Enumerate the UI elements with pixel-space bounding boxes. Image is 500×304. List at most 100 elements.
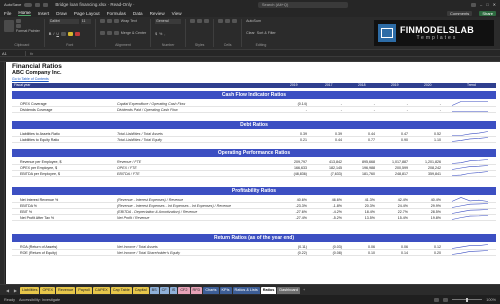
align-middle-icon[interactable]: [106, 19, 112, 23]
format-as-table-icon[interactable]: [197, 19, 203, 23]
menu-home[interactable]: Home: [18, 10, 31, 16]
page-layout-view-icon[interactable]: [443, 297, 449, 302]
menu-insert[interactable]: Insert: [38, 11, 50, 16]
fx-icon[interactable]: fx: [26, 51, 37, 56]
value-cell[interactable]: 200,599: [378, 166, 408, 170]
account-icon[interactable]: [470, 2, 476, 7]
ratio-row[interactable]: Net Interest Revenue % (Revenue - Interes…: [12, 197, 496, 203]
value-cell[interactable]: -: [312, 102, 342, 106]
ratio-row[interactable]: ROE (Return of Equity) Net Income / Total…: [12, 250, 496, 256]
sheet-tab[interactable]: Ratios: [260, 286, 277, 294]
delete-cells-icon[interactable]: [225, 19, 231, 23]
fill-color-icon[interactable]: [68, 31, 73, 36]
menu-data[interactable]: Data: [133, 11, 143, 16]
value-cell[interactable]: 208,242: [411, 166, 441, 170]
window-minimize-icon[interactable]: –: [480, 2, 482, 7]
save-icon[interactable]: [35, 2, 41, 7]
menu-view[interactable]: View: [172, 11, 182, 16]
font-color-icon[interactable]: [75, 31, 80, 36]
ratio-row[interactable]: Dividends Coverage Dividends Paid / Opera…: [12, 107, 496, 113]
value-cell[interactable]: -: [345, 102, 375, 106]
value-cell[interactable]: 22.7%: [378, 210, 408, 214]
sheet-tab[interactable]: CAPEX: [92, 286, 110, 294]
bold-icon[interactable]: B: [49, 32, 52, 36]
value-cell[interactable]: 42.4%: [378, 198, 408, 202]
ratio-row[interactable]: Liabilities to Equity Ratio Total Liabili…: [12, 137, 496, 143]
value-cell[interactable]: 0.90: [378, 138, 408, 142]
value-cell[interactable]: 181,760: [345, 172, 375, 176]
value-cell[interactable]: 19.8%: [411, 216, 441, 220]
value-cell[interactable]: 0.39: [277, 132, 307, 136]
align-right-icon[interactable]: [113, 31, 119, 35]
autosum-button[interactable]: AutoSum: [246, 19, 261, 23]
font-size-select[interactable]: 11: [80, 19, 91, 24]
value-cell[interactable]: (0.22): [277, 251, 307, 255]
value-cell[interactable]: (0.11): [277, 245, 307, 249]
align-left-icon[interactable]: [99, 31, 105, 35]
sheet-tab[interactable]: Cap Table: [110, 286, 132, 294]
value-cell[interactable]: 28.5%: [411, 210, 441, 214]
sheet-tab[interactable]: KPIs: [219, 286, 232, 294]
value-cell[interactable]: 0.39: [312, 132, 342, 136]
value-cell[interactable]: -: [345, 108, 375, 112]
conditional-formatting-icon[interactable]: [190, 19, 196, 23]
format-painter-button[interactable]: Format Painter: [16, 29, 40, 33]
value-cell[interactable]: -: [411, 108, 441, 112]
align-center-icon[interactable]: [106, 31, 112, 35]
comments-button[interactable]: Comments: [446, 10, 473, 16]
value-cell[interactable]: 0.14: [378, 251, 408, 255]
value-cell[interactable]: 209,797: [277, 160, 307, 164]
value-cell[interactable]: 196,988: [345, 166, 375, 170]
underline-icon[interactable]: U: [56, 32, 59, 36]
window-maximize-icon[interactable]: □: [486, 2, 488, 7]
value-cell[interactable]: 18.4%: [345, 210, 375, 214]
cell-styles-icon[interactable]: [204, 19, 210, 23]
value-cell[interactable]: (0.03): [312, 245, 342, 249]
value-cell[interactable]: 1,201,826: [411, 160, 441, 164]
cell-grid[interactable]: Financial Ratios ABC Company Inc. Go to …: [6, 62, 500, 284]
sheet-tab[interactable]: Capital: [132, 286, 149, 294]
menu-file[interactable]: File: [4, 11, 11, 16]
copy-icon[interactable]: [16, 24, 21, 28]
sheet-tab[interactable]: Payroll: [76, 286, 92, 294]
value-cell[interactable]: (48,836): [277, 172, 307, 176]
sheet-tab[interactable]: Charts: [203, 286, 219, 294]
value-cell[interactable]: 1,017,887: [378, 160, 408, 164]
toc-link[interactable]: Go to Table of Contents: [12, 77, 49, 81]
menu-formulas[interactable]: Formulas: [107, 11, 126, 16]
insert-cells-icon[interactable]: [218, 19, 224, 23]
ratio-row[interactable]: OPEX Coverage Capital Expenditure / Opera…: [12, 101, 496, 107]
ratio-row[interactable]: ROA (Return of Assets) Net Income / Total…: [12, 244, 496, 250]
value-cell[interactable]: 895,668: [345, 160, 375, 164]
sheet-tab[interactable]: BS: [149, 286, 159, 294]
value-cell[interactable]: -23.3%: [277, 204, 307, 208]
align-top-icon[interactable]: [99, 19, 105, 23]
value-cell[interactable]: 413,842: [312, 160, 342, 164]
row-headers[interactable]: [0, 62, 5, 284]
share-button[interactable]: Share: [479, 10, 496, 16]
menu-draw[interactable]: Draw: [56, 11, 67, 16]
font-name-select[interactable]: Calibri: [48, 19, 79, 24]
value-cell[interactable]: 24.4%: [378, 204, 408, 208]
sheet-tab[interactable]: Dashboard: [277, 286, 300, 294]
value-cell[interactable]: 29.9%: [411, 204, 441, 208]
value-cell[interactable]: 0.77: [345, 138, 375, 142]
percent-icon[interactable]: %: [159, 32, 162, 36]
value-cell[interactable]: -: [378, 102, 408, 106]
value-cell[interactable]: 41.3%: [345, 198, 375, 202]
ratio-row[interactable]: EBITDA per Employee, $ EBITDA / FTE (48,83…: [12, 171, 496, 177]
sheet-tab[interactable]: IS: [169, 286, 178, 294]
paste-icon[interactable]: [4, 20, 14, 32]
sort-filter-button[interactable]: Sort & Filter: [257, 31, 276, 35]
value-cell[interactable]: 0.47: [378, 132, 408, 136]
value-cell[interactable]: 0.06: [345, 245, 375, 249]
autosave-toggle[interactable]: [24, 2, 33, 7]
cut-icon[interactable]: [16, 19, 21, 23]
value-cell[interactable]: -: [277, 108, 307, 112]
value-cell[interactable]: 248,817: [378, 172, 408, 176]
sheet-tab[interactable]: Revenue: [56, 286, 76, 294]
value-cell[interactable]: 0.21: [277, 138, 307, 142]
value-cell[interactable]: 1.10: [411, 138, 441, 142]
value-cell[interactable]: 20.3%: [345, 204, 375, 208]
sheet-tab[interactable]: OPEX: [40, 286, 56, 294]
